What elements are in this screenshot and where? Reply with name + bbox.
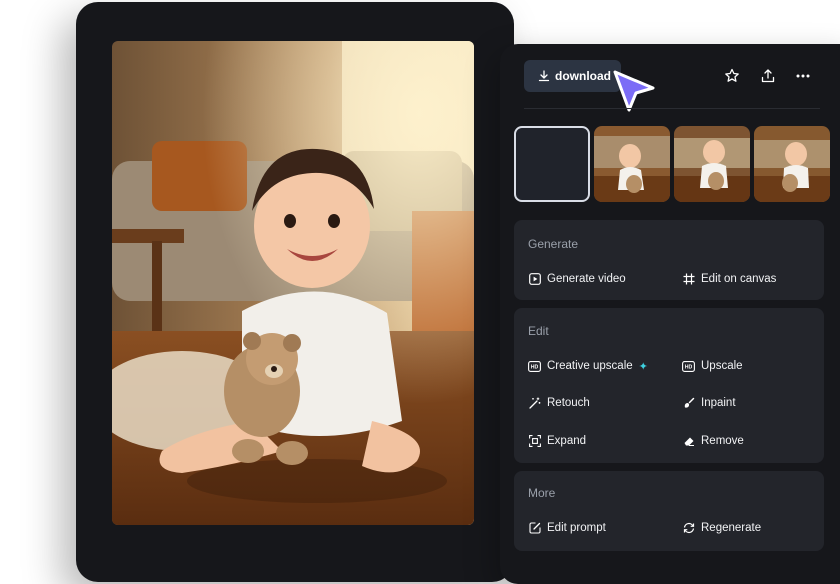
generate-video-button[interactable]: Generate video xyxy=(528,271,626,287)
generate-section: Generate Generate video Edit on canvas xyxy=(514,220,824,300)
edit-prompt-button[interactable]: Edit prompt xyxy=(528,520,606,536)
svg-text:HD: HD xyxy=(685,364,693,370)
retouch-button[interactable]: Retouch xyxy=(528,395,590,411)
action-label: Expand xyxy=(547,435,587,447)
share-icon[interactable] xyxy=(758,66,778,86)
edit-on-canvas-button[interactable]: Edit on canvas xyxy=(682,271,776,287)
svg-text:HD: HD xyxy=(531,364,539,370)
section-title: Generate xyxy=(528,237,579,251)
thumbnail-variation-1[interactable] xyxy=(594,126,670,202)
more-section: More Edit prompt Regenerate xyxy=(514,471,824,551)
toolbar-divider xyxy=(524,108,820,109)
action-label: Creative upscale xyxy=(547,360,633,372)
more-icon[interactable] xyxy=(793,66,813,86)
baby-photo xyxy=(112,41,474,525)
remove-button[interactable]: Remove xyxy=(682,433,744,449)
action-label: Upscale xyxy=(701,360,743,372)
upscale-button[interactable]: HD Upscale xyxy=(682,358,743,374)
thumbnail-selected[interactable] xyxy=(514,126,590,202)
expand-icon xyxy=(528,435,541,448)
download-icon xyxy=(538,70,550,82)
eraser-icon xyxy=(682,435,695,448)
creative-upscale-button[interactable]: HD Creative upscale ✦ xyxy=(528,358,648,374)
expand-button[interactable]: Expand xyxy=(528,433,586,449)
inpaint-button[interactable]: Inpaint xyxy=(682,395,736,411)
action-label: Regenerate xyxy=(701,522,762,534)
download-label: download xyxy=(555,69,611,83)
magic-wand-icon xyxy=(528,397,541,410)
download-button[interactable]: download xyxy=(524,60,621,92)
play-video-icon xyxy=(528,273,541,286)
hd-icon: HD xyxy=(682,360,695,373)
regenerate-button[interactable]: Regenerate xyxy=(682,520,761,536)
action-label: Generate video xyxy=(547,273,626,285)
thumbnail-variation-2[interactable] xyxy=(674,126,750,202)
edit-section: Edit HD Creative upscale ✦ HD Upscale Re… xyxy=(514,308,824,463)
edit-prompt-icon xyxy=(528,522,541,535)
action-label: Inpaint xyxy=(701,397,736,409)
section-title: Edit xyxy=(528,324,549,338)
section-title: More xyxy=(528,486,556,500)
action-label: Edit on canvas xyxy=(701,273,777,285)
action-label: Edit prompt xyxy=(547,522,606,534)
sparkle-icon: ✦ xyxy=(638,360,648,373)
regenerate-icon xyxy=(682,522,695,535)
canvas-icon xyxy=(682,273,695,286)
paint-icon xyxy=(682,397,695,410)
action-label: Retouch xyxy=(547,397,590,409)
star-icon[interactable] xyxy=(722,66,742,86)
action-label: Remove xyxy=(701,435,744,447)
thumbnail-variation-3[interactable] xyxy=(754,126,830,202)
hd-icon: HD xyxy=(528,360,541,373)
main-generated-image[interactable] xyxy=(112,41,474,525)
